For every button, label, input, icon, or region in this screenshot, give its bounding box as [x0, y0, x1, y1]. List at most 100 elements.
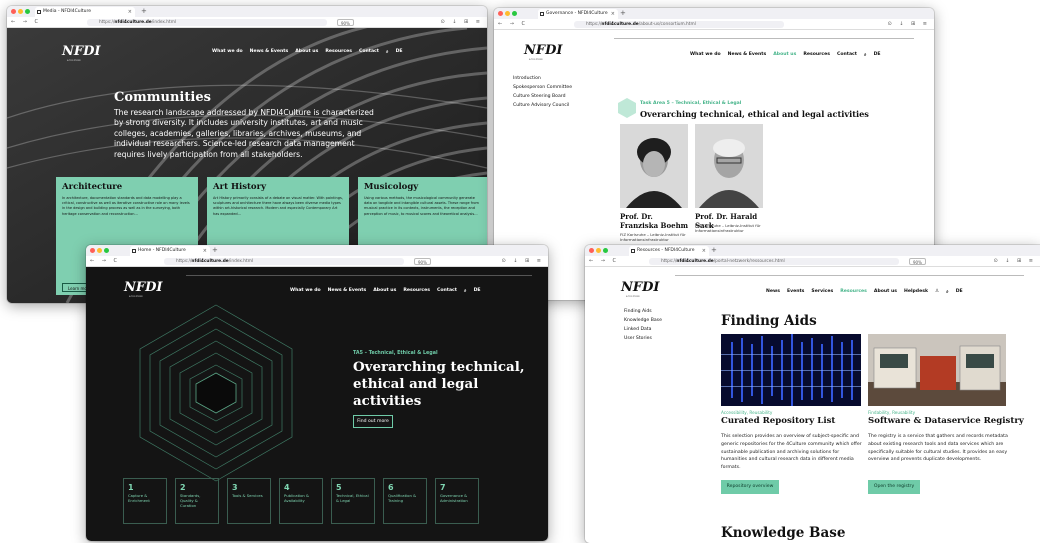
- nav-news-events[interactable]: News & Events: [328, 288, 367, 294]
- minimize-window-button[interactable]: [596, 248, 601, 253]
- nav-about-us[interactable]: About us: [874, 289, 897, 295]
- browser-tab[interactable]: Media - NFDI4Culture ×: [35, 7, 135, 17]
- repository-overview-button[interactable]: Repository overview: [721, 480, 779, 494]
- tab-bar: Home - NFDI4Culture × +: [86, 245, 548, 256]
- sidebar-item-introduction[interactable]: Introduction: [513, 74, 572, 83]
- maximize-window-button[interactable]: [104, 248, 109, 253]
- search-icon[interactable]: ⌕: [386, 49, 389, 55]
- nav-resources[interactable]: Resources: [803, 52, 830, 58]
- browser-tab[interactable]: Home - NFDI4Culture ×: [130, 246, 210, 256]
- sidebar-item-finding-aids[interactable]: Finding Aids: [624, 307, 662, 316]
- navigation-buttons[interactable]: ← → C: [589, 256, 619, 267]
- search-icon[interactable]: ⌕: [464, 288, 467, 294]
- sidebar-item-user-stories[interactable]: User Stories: [624, 334, 662, 343]
- close-window-button[interactable]: [90, 248, 95, 253]
- zoom-indicator[interactable]: 90%: [337, 19, 354, 26]
- sidebar-item-linked-data[interactable]: Linked Data: [624, 325, 662, 334]
- language-switch[interactable]: DE: [956, 289, 963, 295]
- nav-what-we-do[interactable]: What we do: [690, 52, 721, 58]
- nav-what-we-do[interactable]: What we do: [212, 49, 243, 55]
- nav-helpdesk[interactable]: Helpdesk: [904, 289, 928, 295]
- close-tab-icon[interactable]: ×: [702, 246, 706, 256]
- new-tab-button[interactable]: +: [620, 8, 626, 19]
- tab-title: Media - NFDI4Culture: [43, 9, 91, 14]
- language-switch[interactable]: DE: [396, 49, 403, 55]
- nav-contact[interactable]: Contact: [437, 288, 457, 294]
- address-bar[interactable]: https://nfdi4culture.de/index.html: [164, 258, 404, 265]
- task-area-box-1[interactable]: 1 Capture & Enrichment: [123, 478, 167, 524]
- nav-resources[interactable]: Resources: [840, 289, 867, 295]
- task-area-box-5[interactable]: 5 Technical, Ethical & Legal: [331, 478, 375, 524]
- nav-news[interactable]: News: [766, 289, 780, 295]
- nav-what-we-do[interactable]: What we do: [290, 288, 321, 294]
- section-title: Finding Aids: [721, 313, 817, 329]
- nav-about-us[interactable]: About us: [773, 52, 796, 58]
- nav-news-events[interactable]: News & Events: [728, 52, 767, 58]
- page-title: Communities: [114, 90, 211, 105]
- close-window-button[interactable]: [589, 248, 594, 253]
- close-tab-icon[interactable]: ×: [203, 246, 207, 256]
- minimize-window-button[interactable]: [18, 9, 23, 14]
- task-area-box-6[interactable]: 6 Qualification & Training: [383, 478, 427, 524]
- search-icon[interactable]: ⌕: [946, 289, 949, 295]
- toolbar-icons[interactable]: ⊙ ↓ ⊞ ≡: [993, 256, 1036, 267]
- address-bar[interactable]: https://nfdi4culture.de/portal-netzwerk/…: [649, 258, 899, 265]
- site-logo[interactable]: NFDI 4CULTURE: [524, 43, 562, 61]
- site-logo[interactable]: NFDI 4CULTURE: [621, 280, 659, 298]
- site-logo[interactable]: NFDI 4CULTURE: [124, 280, 162, 298]
- sidebar-item-steering-board[interactable]: Culture Steering Board: [513, 92, 572, 101]
- task-area-box-2[interactable]: 2 Standards, Quality & Curation: [175, 478, 219, 524]
- language-switch[interactable]: DE: [874, 52, 881, 58]
- maximize-window-button[interactable]: [512, 11, 517, 16]
- sidebar-nav: Introduction Spokesperson Committee Cult…: [513, 74, 572, 110]
- nav-resources[interactable]: Resources: [325, 49, 352, 55]
- tab-bar: Governance - NFDI4Culture × +: [494, 8, 934, 19]
- new-tab-button[interactable]: +: [212, 245, 218, 256]
- nav-resources[interactable]: Resources: [403, 288, 430, 294]
- search-icon[interactable]: ⌕: [864, 52, 867, 58]
- toolbar-icons[interactable]: ⊙ ↓ ⊞ ≡: [887, 19, 930, 30]
- maximize-window-button[interactable]: [603, 248, 608, 253]
- task-area-box-4[interactable]: 4 Publication & Availability: [279, 478, 323, 524]
- nav-contact[interactable]: Contact: [359, 49, 379, 55]
- task-area-box-7[interactable]: 7 Governance & Administration: [435, 478, 479, 524]
- nav-services[interactable]: Services: [811, 289, 833, 295]
- close-tab-icon[interactable]: ×: [611, 9, 615, 19]
- language-switch[interactable]: DE: [474, 288, 481, 294]
- site-logo[interactable]: NFDI 4CULTURE: [62, 44, 100, 62]
- address-bar[interactable]: https://nfdi4culture.de/about-us/consort…: [574, 21, 784, 28]
- nav-about-us[interactable]: About us: [295, 49, 318, 55]
- minimize-window-button[interactable]: [505, 11, 510, 16]
- zoom-indicator[interactable]: 90%: [909, 258, 926, 265]
- navigation-buttons[interactable]: ← → C: [498, 19, 528, 30]
- task-area-box-3[interactable]: 3 Tools & Services: [227, 478, 271, 524]
- sidebar-item-knowledge-base[interactable]: Knowledge Base: [624, 316, 662, 325]
- main-nav: What we do News & Events About us Resour…: [212, 49, 403, 55]
- toolbar-icons[interactable]: ⊙ ↓ ⊞ ≡: [440, 17, 483, 28]
- nav-events[interactable]: Events: [787, 289, 804, 295]
- close-window-button[interactable]: [498, 11, 503, 16]
- browser-tab[interactable]: Resources - NFDI4Culture ×: [629, 246, 709, 256]
- sidebar-item-advisory-council[interactable]: Culture Advisory Council: [513, 101, 572, 110]
- find-out-more-button[interactable]: Find out more: [353, 415, 393, 428]
- maximize-window-button[interactable]: [25, 9, 30, 14]
- open-registry-button[interactable]: Open the registry: [868, 480, 920, 494]
- address-bar[interactable]: https://nfdi4culture.de/index.html: [87, 19, 327, 26]
- new-tab-button[interactable]: +: [711, 245, 717, 256]
- navigation-buttons[interactable]: ← → C: [11, 17, 41, 28]
- close-window-button[interactable]: [11, 9, 16, 14]
- new-tab-button[interactable]: +: [141, 6, 147, 17]
- nav-contact[interactable]: Contact: [837, 52, 857, 58]
- navigation-buttons[interactable]: ← → C: [90, 256, 120, 267]
- sidebar-item-spokesperson[interactable]: Spokesperson Committee: [513, 83, 572, 92]
- toolbar-icons[interactable]: ⊙ ↓ ⊞ ≡: [501, 256, 544, 267]
- favicon-icon: [37, 10, 41, 14]
- close-tab-icon[interactable]: ×: [128, 7, 132, 17]
- zoom-indicator[interactable]: 90%: [414, 258, 431, 265]
- user-icon[interactable]: ♙: [935, 289, 939, 295]
- favicon-icon: [631, 249, 635, 253]
- minimize-window-button[interactable]: [97, 248, 102, 253]
- browser-tab[interactable]: Governance - NFDI4Culture ×: [538, 9, 618, 19]
- nav-about-us[interactable]: About us: [373, 288, 396, 294]
- nav-news-events[interactable]: News & Events: [250, 49, 289, 55]
